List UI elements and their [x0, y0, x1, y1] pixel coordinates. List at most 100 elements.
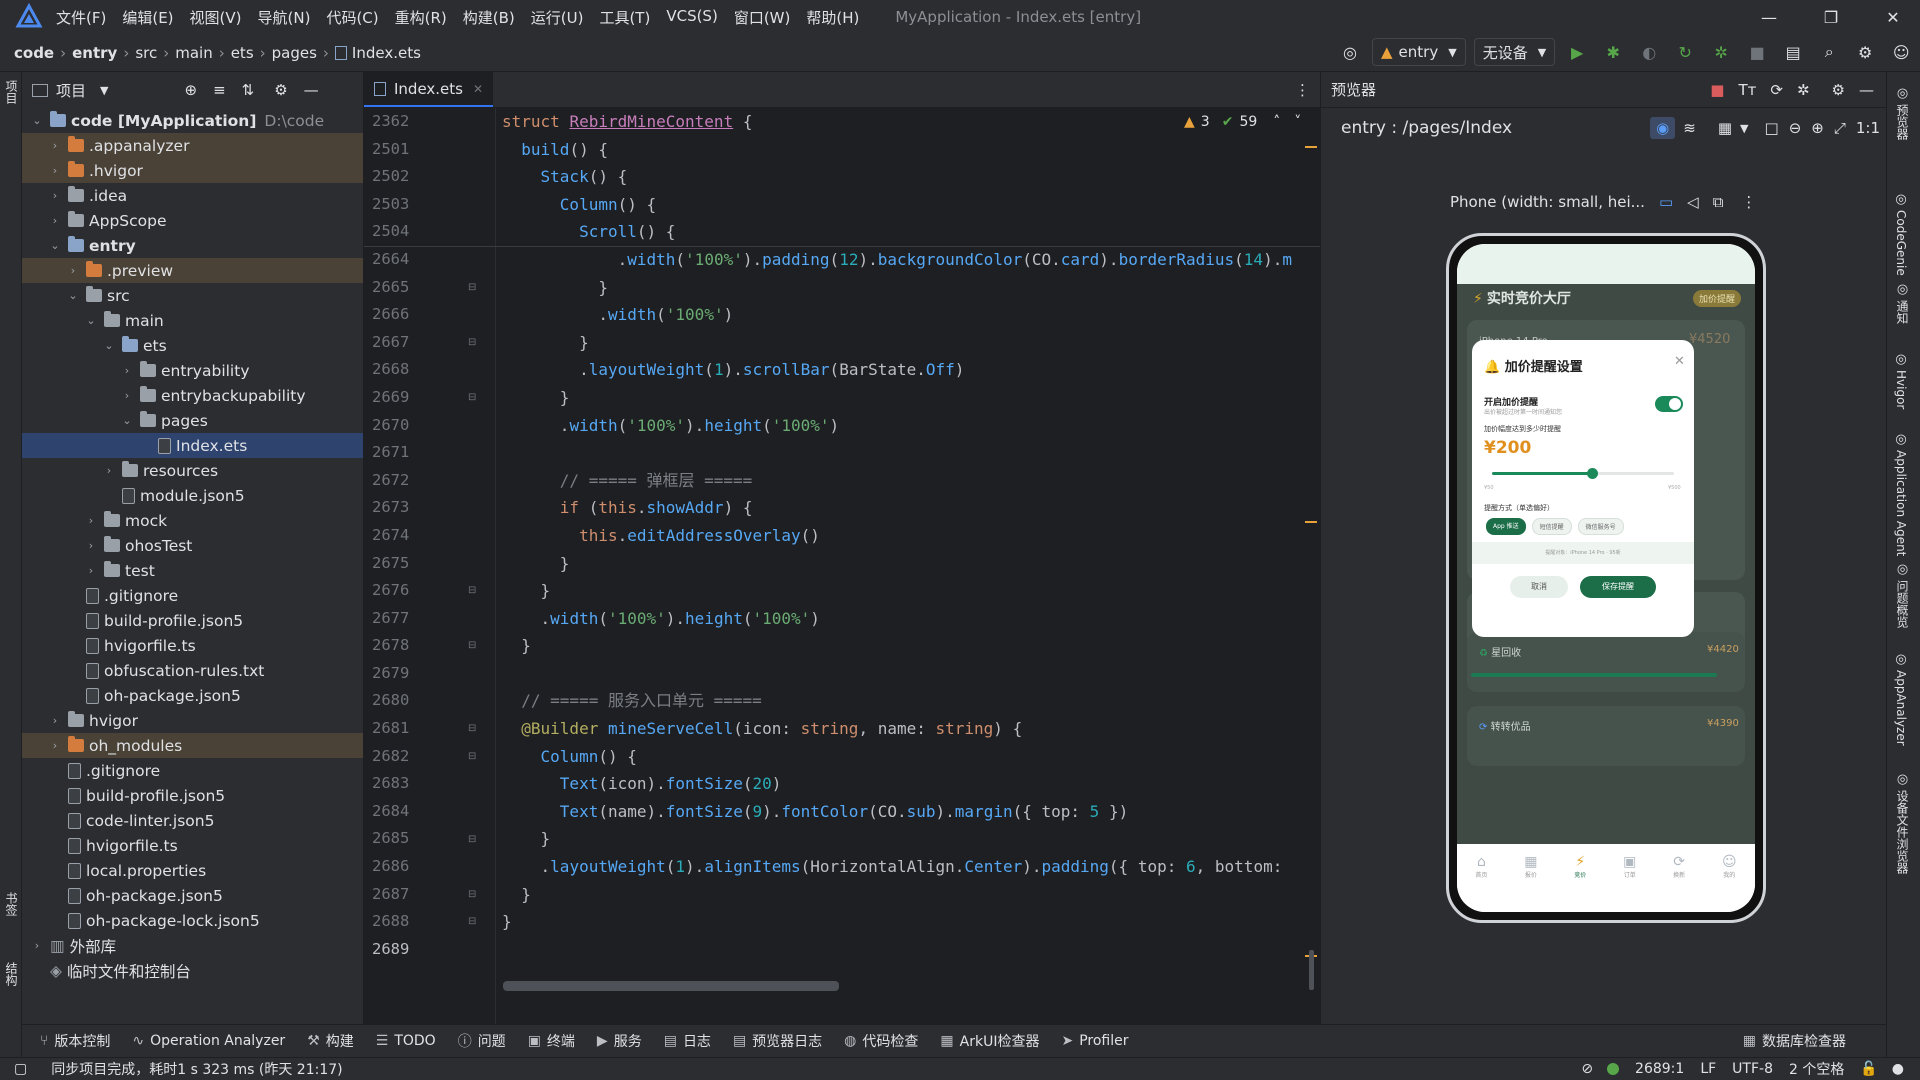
tree-item[interactable]: ◈ 临时文件和控制台	[22, 958, 363, 983]
bottom-tool-tab[interactable]: ▤ 预览器日志	[733, 1031, 822, 1051]
tree-item[interactable]: › .idea	[22, 183, 363, 208]
chevron-down-icon[interactable]: ▼	[100, 84, 108, 97]
back-icon[interactable]: ◁	[1687, 193, 1699, 211]
line-number[interactable]: 2664	[364, 246, 495, 274]
menu-item[interactable]: 代码(C)	[326, 7, 378, 28]
line-number[interactable]: 2683	[364, 770, 495, 798]
eye-icon[interactable]: ◉	[1650, 117, 1676, 139]
chevron-down-icon[interactable]: ⌄	[84, 314, 98, 327]
code-line[interactable]: }	[496, 329, 1320, 357]
minimize-button[interactable]: —	[1744, 0, 1794, 34]
chevron-right-icon[interactable]: ›	[48, 214, 62, 227]
chevron-down-icon[interactable]: ⌄	[66, 289, 80, 302]
tree-item[interactable]: › AppScope	[22, 208, 363, 233]
warning-marker[interactable]	[1305, 521, 1317, 523]
tree-item[interactable]: › resources	[22, 458, 363, 483]
menu-item[interactable]: VCS(S)	[666, 7, 717, 28]
tree-item[interactable]: › entryability	[22, 358, 363, 383]
line-number[interactable]: 2689	[364, 936, 495, 964]
collapse-all-icon[interactable]: ⇅	[242, 81, 255, 99]
fold-icon[interactable]: ⊟	[468, 723, 476, 734]
code-line[interactable]: Column() {	[496, 191, 1320, 219]
menu-item[interactable]: 构建(B)	[463, 7, 515, 28]
method-option[interactable]: 微信服务号	[1577, 518, 1624, 535]
device-icon[interactable]: ▭	[1659, 193, 1673, 211]
line-number[interactable]: 2674	[364, 522, 495, 550]
file-encoding[interactable]: UTF-8	[1732, 1061, 1773, 1077]
nav-item[interactable]: ⌂ 首页	[1475, 854, 1487, 879]
nav-item[interactable]: ☺ 我的	[1722, 854, 1737, 879]
code-line[interactable]: }	[496, 577, 1320, 605]
code-line[interactable]: this.editAddressOverlay()	[496, 522, 1320, 550]
right-tool-7[interactable]: ◎ AppAnalyzer	[1894, 652, 1908, 746]
line-number[interactable]: 2679	[364, 660, 495, 688]
line-number[interactable]: 2362	[364, 108, 495, 136]
chevron-right-icon[interactable]: ›	[102, 464, 116, 477]
right-tool-3[interactable]: ◎ 通知	[1894, 282, 1911, 324]
chevron-down-icon[interactable]: ⌄	[30, 114, 44, 127]
code-line[interactable]: }	[496, 384, 1320, 412]
fold-icon[interactable]: ⊟	[468, 640, 476, 651]
horizontal-scrollbar[interactable]	[503, 981, 839, 991]
vertical-scrollbar[interactable]	[1309, 950, 1314, 990]
code-editor[interactable]: struct RebirdMineContent { build() { Sta…	[496, 108, 1320, 1024]
tree-item[interactable]: hvigorfile.ts	[22, 633, 363, 658]
search-icon[interactable]: ⌕	[1815, 38, 1843, 66]
line-separator[interactable]: LF	[1700, 1061, 1716, 1077]
tree-item[interactable]: › oh_modules	[22, 733, 363, 758]
line-number[interactable]: 2686	[364, 853, 495, 881]
code-line[interactable]: .layoutWeight(1).scrollBar(BarState.Off)	[496, 356, 1320, 384]
line-number[interactable]: 2503	[364, 191, 495, 219]
code-line[interactable]: // ===== 弹框层 =====	[496, 467, 1320, 495]
zoom-in-icon[interactable]: ⊕	[1811, 119, 1824, 137]
tree-item[interactable]: › .preview	[22, 258, 363, 283]
line-number[interactable]: 2684	[364, 798, 495, 826]
gear-icon[interactable]: ⚙	[1832, 81, 1845, 99]
gear-icon[interactable]: ⚙	[274, 81, 287, 99]
code-line[interactable]: }	[496, 825, 1320, 853]
line-number[interactable]: 2666	[364, 301, 495, 329]
code-line[interactable]	[496, 936, 1320, 964]
chevron-down-icon[interactable]: ⌄	[48, 239, 62, 252]
tree-item[interactable]: local.properties	[22, 858, 363, 883]
chevron-right-icon[interactable]: ›	[48, 139, 62, 152]
right-tool-4[interactable]: ◎ Hvigor	[1894, 352, 1908, 409]
line-number[interactable]: 2671	[364, 439, 495, 467]
module-select[interactable]: ▲ entry ▼	[1372, 38, 1466, 66]
chevron-up-icon[interactable]: ˄	[1273, 114, 1280, 130]
caret-position[interactable]: 2689:1	[1635, 1061, 1684, 1077]
bottom-tool-tab[interactable]: ⓘ 问题	[458, 1031, 506, 1051]
threshold-slider-track[interactable]	[1492, 468, 1674, 479]
ratio-icon[interactable]: 1:1	[1856, 119, 1880, 137]
page-badge[interactable]: 加价提醒	[1693, 290, 1742, 307]
line-number[interactable]: 2668	[364, 356, 495, 384]
right-tool-5[interactable]: ◎ Application Agent	[1894, 432, 1908, 556]
tree-item[interactable]: ⌄ ets	[22, 333, 363, 358]
device-name[interactable]: Phone (width: small, hei...	[1450, 193, 1645, 211]
zoom-out-icon[interactable]: ⊖	[1789, 119, 1802, 137]
fold-icon[interactable]: ⊟	[468, 337, 476, 348]
fullscreen-icon[interactable]: ⤢	[1834, 119, 1846, 137]
bottom-tool-tab[interactable]: ➤ Profiler	[1061, 1033, 1128, 1049]
tree-item[interactable]: ⌄ main	[22, 308, 363, 333]
rotate-icon[interactable]: ⧉	[1713, 193, 1724, 211]
code-line[interactable]: // ===== 服务入口单元 =====	[496, 687, 1320, 715]
line-number[interactable]: 2504	[364, 218, 495, 246]
chevron-right-icon[interactable]: ›	[48, 189, 62, 202]
code-line[interactable]: }	[496, 550, 1320, 578]
code-line[interactable]: .width('100%').height('100%')	[496, 605, 1320, 633]
tree-item[interactable]: Index.ets	[22, 433, 363, 458]
bottom-tool-tab[interactable]: ☰ TODO	[376, 1033, 436, 1049]
menu-item[interactable]: 文件(F)	[56, 7, 106, 28]
fold-icon[interactable]: ⊟	[468, 282, 476, 293]
nav-item[interactable]: ⚡ 竞价	[1574, 854, 1586, 879]
hide-icon[interactable]: —	[1859, 81, 1874, 99]
fold-icon[interactable]: ⊟	[468, 751, 476, 762]
fit-icon[interactable]: □	[1765, 119, 1779, 137]
line-number[interactable]: 2673	[364, 494, 495, 522]
chevron-down-icon[interactable]: ⌄	[102, 339, 116, 352]
breadcrumb-item[interactable]: pages	[272, 44, 317, 62]
code-line[interactable]: Text(icon).fontSize(20)	[496, 770, 1320, 798]
code-line[interactable]	[496, 660, 1320, 688]
breadcrumb-item[interactable]: main	[175, 44, 212, 62]
